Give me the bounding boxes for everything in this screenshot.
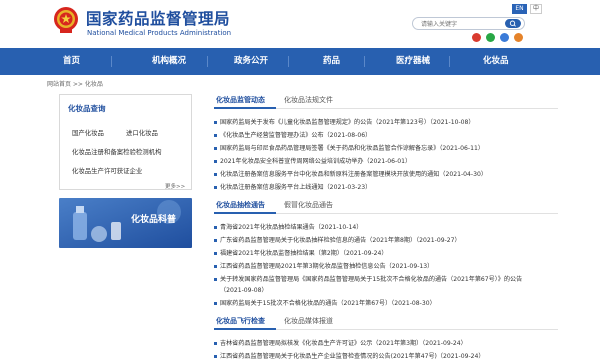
link-imported-cosmetics[interactable]: 进口化妆品: [126, 128, 158, 137]
mobile-icon[interactable]: [500, 33, 509, 42]
nav-divider: [111, 56, 112, 67]
bullet-icon: [214, 185, 217, 189]
bullet-icon: [214, 172, 217, 176]
nav-cosmetics[interactable]: 化妆品: [483, 48, 509, 75]
nav-devices[interactable]: 医疗器械: [396, 48, 430, 75]
wechat-icon[interactable]: [486, 33, 495, 42]
tab-regulation-docs[interactable]: 化妆品法规文件: [284, 95, 333, 105]
list-item-continuation[interactable]: （2021-09-08）: [220, 285, 268, 294]
bullet-icon: [214, 301, 217, 305]
national-emblem-icon: [54, 7, 78, 33]
cosmetics-science-banner[interactable]: 化妆品科普: [59, 198, 192, 248]
bullet-icon: [214, 238, 217, 242]
nav-divider: [449, 56, 450, 67]
link-domestic-cosmetics[interactable]: 国产化妆品: [72, 128, 104, 137]
list-item[interactable]: 《化妆品生产经营监督管理办法》公布（2021-08-06）: [214, 130, 371, 139]
lang-cn-button[interactable]: 中: [530, 4, 542, 14]
lang-en-button[interactable]: EN: [512, 4, 527, 14]
site-subtitle: National Medical Products Administration: [87, 29, 232, 37]
bullet-icon: [214, 159, 217, 163]
more-link[interactable]: 更多>>: [165, 182, 185, 190]
nav-divider: [207, 56, 208, 67]
nav-drugs[interactable]: 药品: [323, 48, 340, 75]
list-item[interactable]: 国家药监局关于发布《儿童化妆品监督管理规定》的公告（2021年第123号）（20…: [214, 117, 475, 126]
weibo-icon[interactable]: [472, 33, 481, 42]
active-tab-indicator: [214, 107, 276, 109]
nav-gov-affairs[interactable]: 政务公开: [234, 48, 268, 75]
bullet-icon: [214, 277, 217, 281]
bullet-icon: [214, 341, 217, 345]
list-item[interactable]: 化妆品注册备案信息服务平台上线通知（2021-03-23）: [214, 182, 371, 191]
rss-icon[interactable]: [514, 33, 523, 42]
list-item[interactable]: 2021年化妆品安全科普宣传周网络公益培训成功举办（2021-06-01）: [214, 156, 411, 165]
main-nav: 首页 机构概况 政务公开 药品 医疗器械 化妆品: [0, 48, 600, 75]
list-item[interactable]: 国家药监局关于15批次不合格化妆品的通告（2021年第67号）（2021-08-…: [214, 298, 436, 307]
nav-divider: [364, 56, 365, 67]
search-input[interactable]: [421, 19, 503, 29]
active-tab-indicator: [214, 212, 276, 214]
panel-title: 化妆品查询: [68, 104, 106, 113]
site-header: 国家药品监督管理局 National Medical Products Admi…: [0, 0, 600, 47]
tab-counterfeit-notices[interactable]: 假冒化妆品通告: [284, 200, 333, 210]
bullet-icon: [214, 264, 217, 268]
search-icon[interactable]: [505, 19, 521, 28]
list-item[interactable]: 化妆品注册备案信息服务平台中化妆品和新原料注册备案管理模块开放使用的通知（202…: [214, 169, 487, 178]
bullet-icon: [214, 251, 217, 255]
link-testing-institutions[interactable]: 化妆品注册和备案检验检测机构: [72, 147, 161, 156]
section-tabs-sampling: 化妆品抽检通告 假冒化妆品通告: [214, 200, 558, 214]
active-tab-indicator: [214, 328, 276, 330]
site-title: 国家药品监督管理局: [86, 10, 231, 28]
list-item[interactable]: 青海省2021年化妆品抽检结果通告（2021-10-14）: [214, 222, 362, 231]
tab-sampling-notices[interactable]: 化妆品抽检通告: [216, 200, 265, 210]
list-item[interactable]: 江西省药品监督管理局2021年第3期化妆品监督抽检信息公告（2021-09-13…: [214, 261, 433, 270]
list-item[interactable]: 国家药监局与印尼食品药品管理局签署《关于药品和化妆品监管合作谅解备忘录》（202…: [214, 143, 484, 152]
bullet-icon: [214, 133, 217, 137]
list-item[interactable]: 吉林省药品监督管理局拟核发《化妆品生产许可证》公示（2021年第3期）（2021…: [214, 338, 467, 347]
list-item[interactable]: 关于转发国家药品监督管理局《国家药品监督管理局关于15批次不合格化妆品的通告（2…: [214, 274, 522, 283]
section-tabs-news: 化妆品监管动态 化妆品法规文件: [214, 95, 558, 109]
search-box: [412, 17, 525, 30]
section-tabs-inspection: 化妆品飞行检查 化妆品媒体报道: [214, 316, 558, 330]
bullet-icon: [214, 146, 217, 150]
tab-flight-inspection[interactable]: 化妆品飞行检查: [216, 316, 265, 326]
list-item[interactable]: 福建省2021年化妆品监督抽检结果（第2期）（2021-09-24）: [214, 248, 388, 257]
tab-regulation-news[interactable]: 化妆品监管动态: [216, 95, 265, 105]
social-links: [472, 33, 523, 42]
nav-divider: [288, 56, 289, 67]
list-item[interactable]: 江西省药品监督管理局关于化妆品生产企业监督检查情况的公告(2021年第47号)（…: [214, 351, 485, 360]
breadcrumb[interactable]: 网站首页 >> 化妆品: [47, 79, 103, 88]
bullet-icon: [214, 354, 217, 358]
nav-org[interactable]: 机构概况: [152, 48, 186, 75]
bullet-icon: [214, 120, 217, 124]
cosmetics-query-panel: 化妆品查询 国产化妆品 进口化妆品 化妆品注册和备案检验检测机构 化妆品生产许可…: [59, 94, 192, 190]
nav-home[interactable]: 首页: [63, 48, 80, 75]
banner-label: 化妆品科普: [131, 215, 177, 225]
tab-media-reports[interactable]: 化妆品媒体报道: [284, 316, 333, 326]
link-licensed-enterprises[interactable]: 化妆品生产许可获证企业: [72, 166, 142, 175]
bullet-icon: [214, 225, 217, 229]
list-item[interactable]: 广东省药品监督管理局关于化妆品抽样检验信息的通告（2021年第8期）（2021-…: [214, 235, 461, 244]
